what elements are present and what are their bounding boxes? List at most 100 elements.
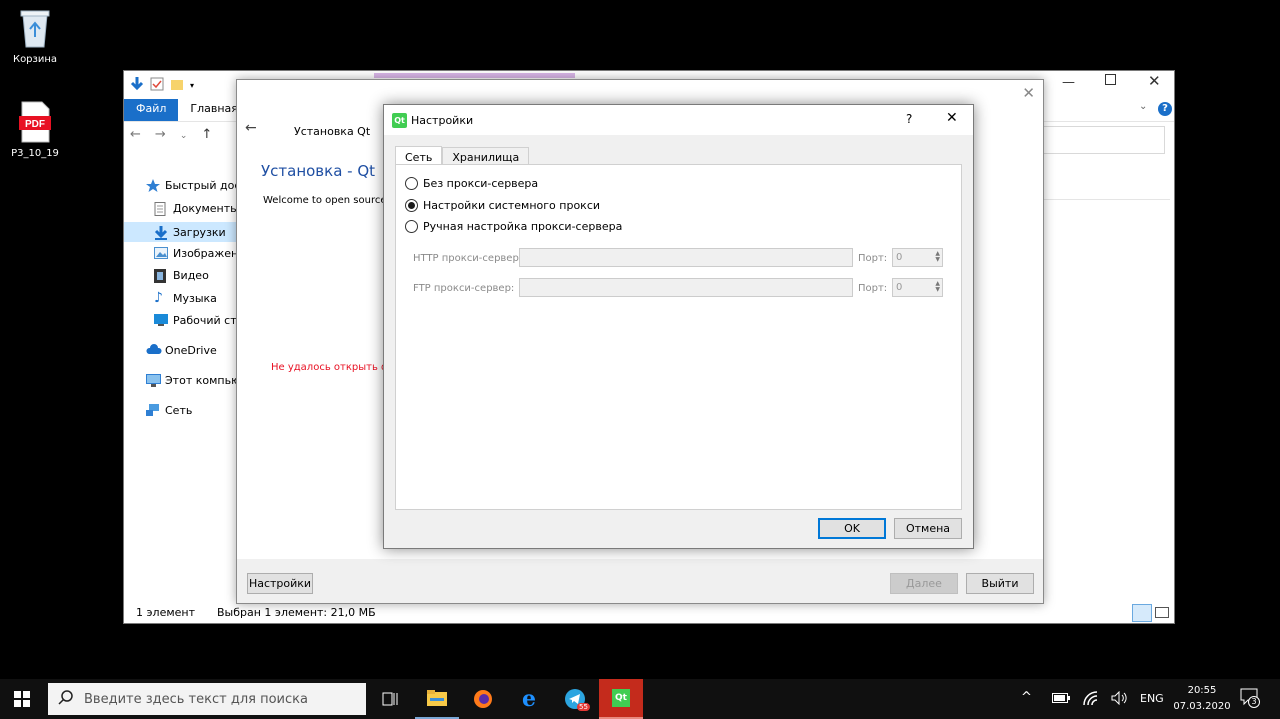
sidebar-item-downloads[interactable]: Загрузки xyxy=(124,222,237,242)
installer-back-arrow-icon[interactable]: ← xyxy=(245,120,257,136)
details-view-icon[interactable] xyxy=(1132,604,1152,622)
http-proxy-input[interactable] xyxy=(519,248,853,267)
taskbar-search-box[interactable]: Введите здесь текст для поиска xyxy=(48,683,366,715)
installer-exit-button[interactable]: Выйти xyxy=(966,573,1034,594)
settings-titlebar: Qt Настройки ? ✕ xyxy=(384,105,973,135)
item-count: 1 элемент xyxy=(136,605,195,619)
volume-icon[interactable] xyxy=(1111,690,1127,708)
desktop-folder-icon xyxy=(154,314,168,327)
sidebar-item-documents[interactable]: Документы xyxy=(154,202,239,216)
notification-count-badge: 3 xyxy=(1248,696,1260,708)
ftp-port-label: Порт: xyxy=(858,283,888,294)
status-bar: 1 элемент Выбран 1 элемент: 21,0 МБ xyxy=(124,601,1174,623)
up-arrow-icon[interactable]: ↑ xyxy=(201,127,212,145)
network-panel: Без прокси-сервера Настройки системного … xyxy=(395,164,962,510)
radio-button[interactable] xyxy=(405,220,418,233)
network-icon xyxy=(146,404,160,417)
close-icon[interactable]: ✕ xyxy=(1148,72,1161,90)
sidebar-item-this-pc[interactable]: Этот компьют xyxy=(146,374,247,387)
sidebar-item-network[interactable]: Сеть xyxy=(146,404,192,417)
qt-logo-icon: Qt xyxy=(612,689,630,707)
download-arrow-icon[interactable] xyxy=(130,76,144,95)
taskbar-qt-installer-icon[interactable]: Qt xyxy=(599,679,643,719)
sidebar-item-videos[interactable]: Видео xyxy=(154,269,209,283)
sidebar-item-label: Изображени xyxy=(173,247,246,260)
sidebar-item-label: Сеть xyxy=(165,404,193,417)
maximize-icon[interactable] xyxy=(1105,74,1116,85)
ribbon-expand-chevron-icon[interactable]: ⌄ xyxy=(1139,101,1147,112)
installer-next-button[interactable]: Далее xyxy=(890,573,958,594)
clock[interactable]: 20:55 07.03.2020 xyxy=(1172,683,1232,715)
cancel-button[interactable]: Отмена xyxy=(894,518,962,539)
telegram-unread-badge: 55 xyxy=(577,703,590,711)
settings-title: Настройки xyxy=(411,113,474,127)
recycle-bin-icon xyxy=(15,6,55,50)
video-icon xyxy=(154,269,168,283)
taskbar-telegram-icon[interactable]: 55 xyxy=(553,679,597,719)
radio-button[interactable] xyxy=(405,199,418,212)
settings-dialog: Qt Настройки ? ✕ Сеть Хранилища Без прок… xyxy=(383,104,974,549)
sidebar-item-label: Рабочий сто xyxy=(173,314,244,327)
large-icons-view-icon[interactable] xyxy=(1155,607,1169,618)
radio-no-proxy[interactable]: Без прокси-сервера xyxy=(405,177,538,190)
clock-time: 20:55 xyxy=(1187,685,1217,696)
desktop-icon-label: Корзина xyxy=(12,54,58,65)
http-proxy-label: HTTP прокси-сервер: xyxy=(413,253,523,264)
task-view-icon[interactable] xyxy=(368,679,412,719)
taskbar-firefox-icon[interactable] xyxy=(461,679,505,719)
back-arrow-icon[interactable]: ← xyxy=(130,127,141,145)
minimize-icon[interactable]: — xyxy=(1062,75,1075,90)
sidebar-item-pictures[interactable]: Изображени xyxy=(154,247,245,260)
background-window-accent xyxy=(374,73,575,78)
new-folder-icon[interactable] xyxy=(170,77,184,94)
qat-dropdown-icon[interactable]: ▾ xyxy=(190,81,194,90)
forward-arrow-icon[interactable]: → xyxy=(155,127,166,145)
action-center-icon[interactable]: 3 xyxy=(1240,688,1260,709)
spin-arrows-icon[interactable]: ▲ ▼ xyxy=(935,281,940,293)
windows-start-icon[interactable] xyxy=(14,691,30,710)
search-box[interactable] xyxy=(1043,126,1165,154)
installer-close-icon[interactable]: ✕ xyxy=(1022,84,1035,102)
sidebar-item-quick-access[interactable]: Быстрый дост xyxy=(146,179,247,192)
sidebar-item-music[interactable]: ♪ Музыка xyxy=(154,291,217,305)
installer-error-text: Не удалось открыть фа xyxy=(271,362,396,373)
sidebar-item-label: Загрузки xyxy=(173,225,226,239)
ok-button[interactable]: OK xyxy=(818,518,886,539)
http-port-value: 0 xyxy=(896,252,903,263)
battery-icon[interactable] xyxy=(1052,693,1070,706)
taskbar-explorer-icon[interactable] xyxy=(415,679,459,719)
recent-chevron-icon[interactable]: ⌄ xyxy=(180,127,188,145)
pdf-file-icon: PDF xyxy=(15,100,55,144)
clock-date: 07.03.2020 xyxy=(1173,701,1231,712)
help-icon[interactable]: ? xyxy=(1158,102,1172,116)
input-language[interactable]: ENG xyxy=(1140,692,1164,705)
installer-footer: Настройки Далее Выйти xyxy=(237,559,1043,603)
ribbon-tab-file[interactable]: Файл xyxy=(124,99,179,121)
http-port-spinbox[interactable]: 0 ▲ ▼ xyxy=(892,248,943,267)
ftp-port-spinbox[interactable]: 0 ▲ ▼ xyxy=(892,278,943,297)
installer-settings-button[interactable]: Настройки xyxy=(247,573,313,594)
sidebar-item-label: Музыка xyxy=(173,292,217,305)
sidebar-item-onedrive[interactable]: OneDrive xyxy=(146,344,217,357)
help-button[interactable]: ? xyxy=(906,112,912,126)
radio-manual-proxy[interactable]: Ручная настройка прокси-сервера xyxy=(405,220,622,233)
selection-info: Выбран 1 элемент: 21,0 МБ xyxy=(217,605,376,619)
desktop-icon-recycle-bin[interactable]: Корзина xyxy=(0,6,70,65)
ribbon-tabs: Файл Главная xyxy=(124,99,250,121)
ftp-proxy-input[interactable] xyxy=(519,278,853,297)
taskbar-edge-icon[interactable]: e xyxy=(507,679,551,719)
tray-overflow-chevron-icon[interactable]: ^ xyxy=(1021,690,1032,705)
sidebar-item-label: OneDrive xyxy=(165,344,217,357)
computer-icon xyxy=(146,374,161,387)
wifi-icon[interactable] xyxy=(1083,691,1099,708)
desktop-icon-pdf[interactable]: PDF P3_10_19 xyxy=(0,100,70,159)
radio-system-proxy[interactable]: Настройки системного прокси xyxy=(405,199,600,212)
search-icon xyxy=(58,689,74,709)
star-icon xyxy=(146,179,160,192)
properties-icon[interactable] xyxy=(150,77,164,94)
installer-welcome-text: Welcome to open source Q xyxy=(263,195,398,206)
radio-button[interactable] xyxy=(405,177,418,190)
sidebar-item-desktop[interactable]: Рабочий сто xyxy=(154,314,243,327)
settings-close-icon[interactable]: ✕ xyxy=(946,110,958,126)
spin-arrows-icon[interactable]: ▲ ▼ xyxy=(935,251,940,263)
